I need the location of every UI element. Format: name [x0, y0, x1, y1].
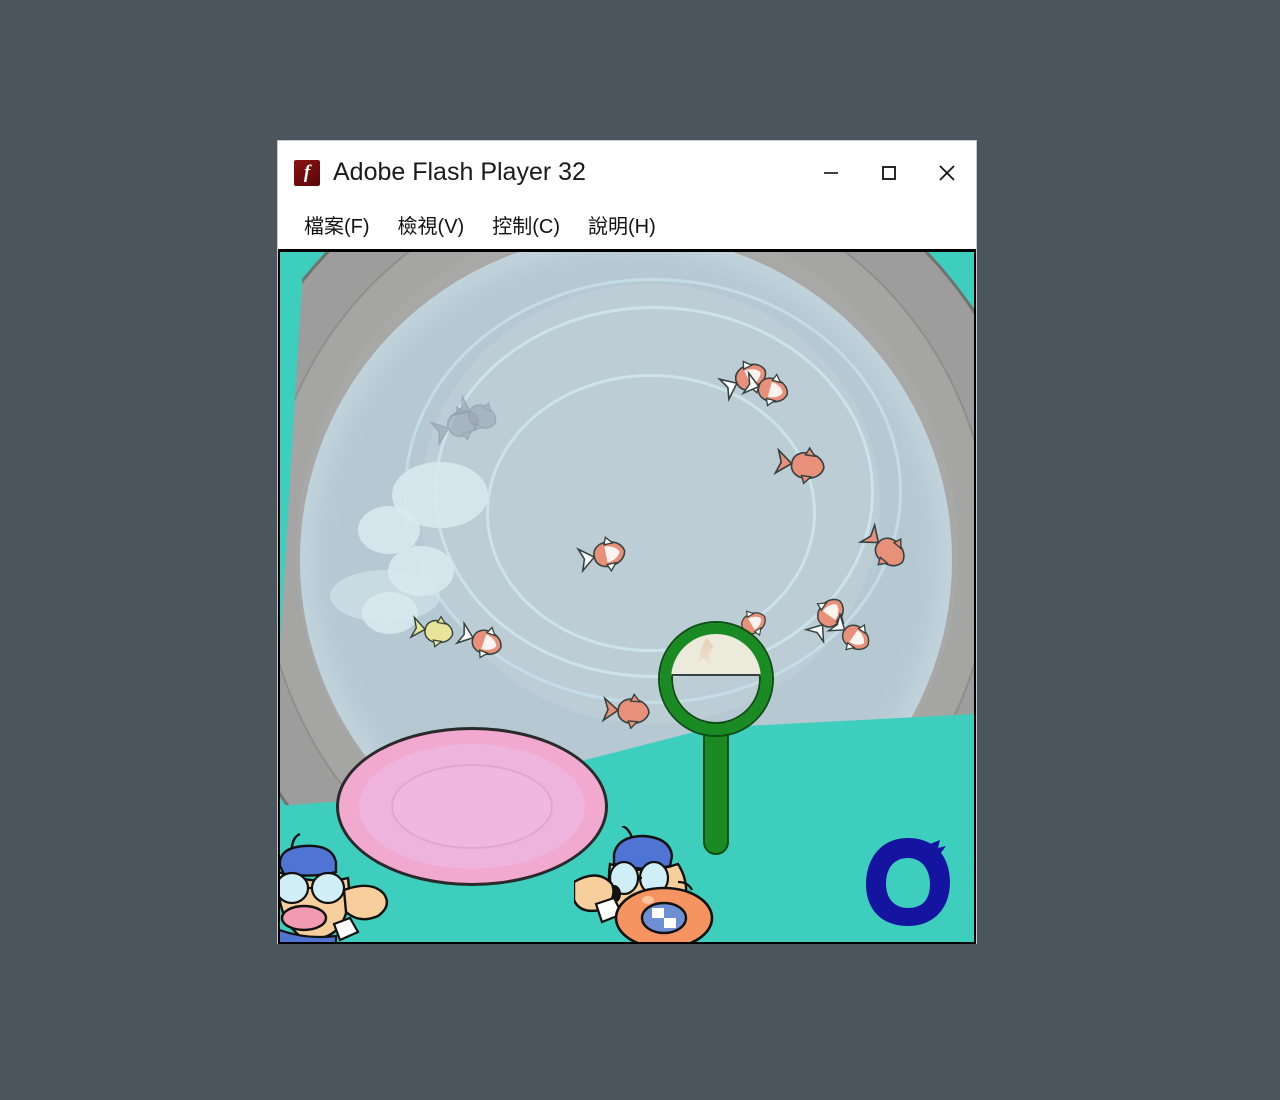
- minimize-icon: [824, 171, 838, 174]
- menu-bar: 檔案(F) 檢視(V) 控制(C) 說明(H): [278, 204, 976, 249]
- menu-view[interactable]: 檢視(V): [384, 217, 479, 237]
- menu-help[interactable]: 說明(H): [574, 217, 670, 237]
- flash-stage[interactable]: [278, 249, 976, 944]
- flash-icon: f: [294, 159, 320, 186]
- close-button[interactable]: [918, 141, 976, 204]
- poi-scooper[interactable]: [660, 623, 776, 859]
- menu-file[interactable]: 檔案(F): [290, 217, 384, 237]
- flash-player-window: f Adobe Flash Player 32 檔案(F) 檢視(V) 控制(C…: [278, 141, 976, 944]
- game-scene: [278, 250, 976, 944]
- maximize-button[interactable]: [860, 141, 918, 204]
- title-bar[interactable]: f Adobe Flash Player 32: [278, 141, 976, 204]
- window-controls: [802, 141, 976, 204]
- poi-paper-torn: [671, 634, 761, 676]
- minimize-button[interactable]: [802, 141, 860, 204]
- window-title: Adobe Flash Player 32: [333, 158, 586, 186]
- poi-ring[interactable]: [660, 623, 772, 735]
- maximize-icon: [882, 165, 896, 180]
- goldfish-9[interactable]: [599, 692, 657, 730]
- character-left: [278, 832, 392, 944]
- plate-center: [391, 764, 553, 849]
- menu-control[interactable]: 控制(C): [478, 217, 574, 237]
- score-display: [862, 834, 954, 930]
- character-right: [572, 824, 714, 944]
- close-icon: [939, 164, 955, 181]
- flash-icon-glyph: f: [303, 162, 311, 183]
